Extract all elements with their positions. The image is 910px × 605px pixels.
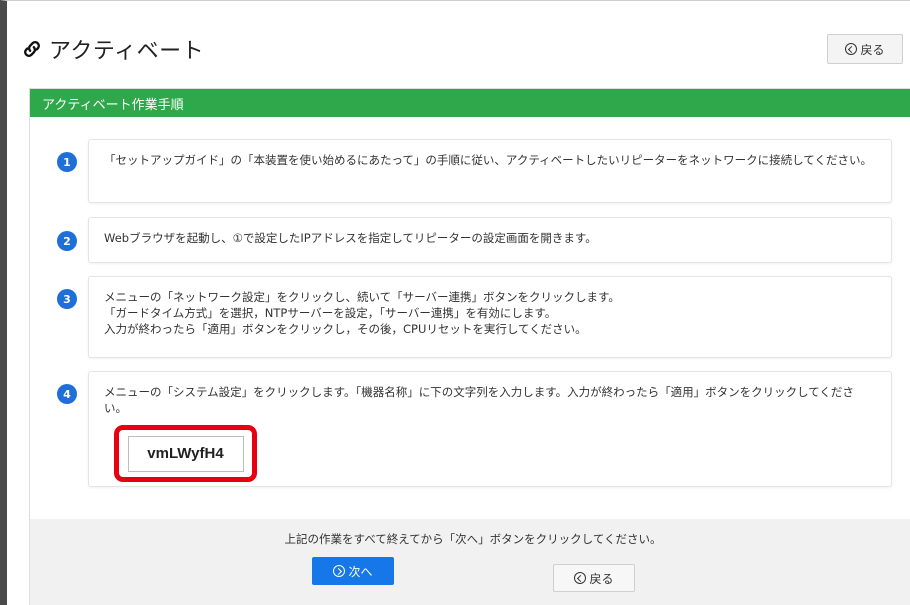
circle-arrow-left-icon: [574, 572, 587, 584]
device-name-code[interactable]: vmLWyfH4: [127, 435, 244, 472]
next-button-label: 次へ: [348, 564, 373, 579]
page-title: アクティベート: [49, 39, 205, 64]
step-badge: 4: [57, 384, 77, 404]
panel-header: アクティベート作業手順: [30, 89, 910, 117]
back-button-bottom-label: 戻る: [589, 571, 614, 586]
activation-panel: アクティベート作業手順 1 「セットアップガイド」の「本装置を使い始めるにあたっ…: [29, 88, 910, 605]
next-button[interactable]: 次へ: [312, 557, 394, 585]
step-text: メニューの「システム設定」をクリックします。「機器名称」に下の文字列を入力します…: [104, 385, 854, 415]
step-text: メニューの「ネットワーク設定」をクリックし、続いて「サーバー連携」ボタンをクリッ…: [104, 290, 620, 304]
circle-arrow-right-icon: [333, 565, 346, 577]
circle-arrow-left-icon: [845, 43, 858, 55]
panel-footer: 上記の作業をすべて終えてから「次へ」ボタンをクリックしてください。 次へ 戻る: [30, 519, 910, 605]
link-icon: [24, 41, 40, 57]
step-box: Webブラウザを起動し、①で設定したIPアドレスを指定してリピーターの設定画面を…: [88, 217, 892, 263]
footer-instruction: 上記の作業をすべて終えてから「次へ」ボタンをクリックしてください。: [284, 532, 662, 546]
step-text: Webブラウザを起動し、①で設定したIPアドレスを指定してリピーターの設定画面を…: [104, 231, 597, 245]
step-badge: 2: [57, 231, 77, 251]
back-button-bottom[interactable]: 戻る: [553, 564, 635, 592]
step-box: 「セットアップガイド」の「本装置を使い始めるにあたって」の手順に従い、アクティベ…: [88, 139, 892, 203]
step-text: 「セットアップガイド」の「本装置を使い始めるにあたって」の手順に従い、アクティベ…: [104, 153, 872, 167]
back-button-top-label: 戻る: [860, 42, 885, 57]
back-button-top[interactable]: 戻る: [827, 34, 903, 64]
step-badge: 3: [57, 289, 77, 309]
page-frame: アクティベート 戻る アクティベート作業手順 1 「セットアップガイド」の「本装…: [0, 0, 910, 605]
panel-header-title: アクティベート作業手順: [42, 97, 184, 113]
step-text: 入力が終わったら「適用」ボタンをクリックし，その後，CPUリセットを実行してくだ…: [104, 322, 587, 336]
step-text: 「ガードタイム方式」を選択，NTPサーバーを設定，「サーバー連携」を有効にします…: [104, 306, 557, 320]
code-highlight: vmLWyfH4: [114, 425, 257, 482]
step-box: メニューの「ネットワーク設定」をクリックし、続いて「サーバー連携」ボタンをクリッ…: [88, 276, 892, 358]
step-box: メニューの「システム設定」をクリックします。「機器名称」に下の文字列を入力します…: [88, 371, 892, 487]
title-bar: アクティベート: [21, 27, 901, 71]
step-badge: 1: [57, 152, 77, 172]
